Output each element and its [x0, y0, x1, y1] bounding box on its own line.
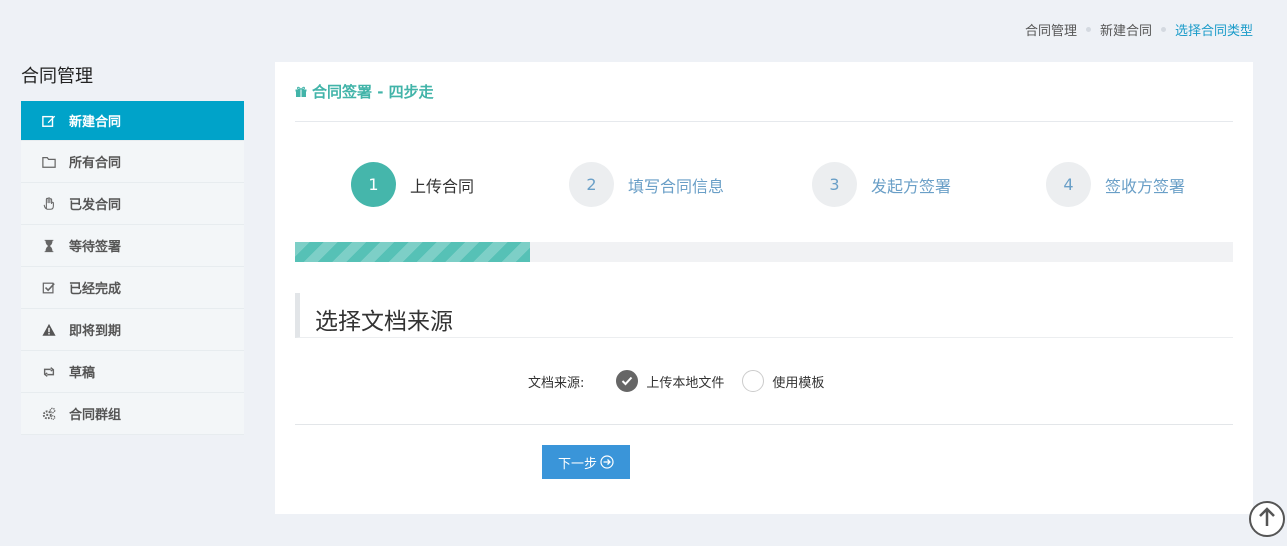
step-upload-contract[interactable]: 1 上传合同 — [351, 162, 474, 207]
radio-label: 使用模板 — [772, 375, 825, 391]
breadcrumb-separator — [1085, 27, 1091, 32]
folder-icon — [41, 154, 57, 170]
progress-bar-fill — [295, 242, 530, 262]
main-panel: 合同签署 - 四步走 1 上传合同 2 填写合同信息 3 发起方签署 4 签收方… — [275, 62, 1253, 514]
sidebar-item-expiring-soon[interactable]: 即将到期 — [21, 309, 244, 351]
breadcrumb-item-contract-management[interactable]: 合同管理 — [1025, 20, 1077, 39]
step-label: 上传合同 — [410, 176, 475, 196]
next-step-label: 下一步 — [557, 456, 597, 472]
radio-unchecked-icon — [742, 370, 765, 392]
sidebar-item-contract-groups[interactable]: 合同群组 — [21, 393, 244, 435]
breadcrumb-separator — [1160, 27, 1166, 32]
scroll-to-top-button[interactable] — [1249, 501, 1285, 537]
step-wizard: 1 上传合同 2 填写合同信息 3 发起方签署 4 签收方签署 — [275, 162, 1253, 207]
step-number: 2 — [569, 162, 614, 207]
next-step-button[interactable]: 下一步 — [542, 445, 630, 479]
breadcrumb-item-current: 选择合同类型 — [1174, 24, 1253, 39]
divider — [295, 424, 1233, 425]
sidebar-item-label: 所有合同 — [69, 156, 122, 171]
progress-bar — [295, 242, 1233, 262]
gift-icon — [295, 86, 307, 98]
sidebar-item-label: 新建合同 — [69, 115, 122, 130]
sidebar-item-label: 草稿 — [69, 366, 96, 381]
step-number: 4 — [1046, 162, 1091, 207]
radio-upload-local-file[interactable]: 上传本地文件 — [616, 370, 724, 392]
panel-header: 合同签署 - 四步走 — [295, 62, 1233, 122]
sidebar-item-label: 合同群组 — [69, 408, 122, 423]
radio-checked-icon — [616, 370, 639, 392]
sidebar-item-all-contracts[interactable]: 所有合同 — [21, 141, 244, 183]
cogs-icon — [41, 406, 57, 422]
radio-use-template[interactable]: 使用模板 — [742, 370, 824, 392]
sidebar-title: 合同管理 — [21, 66, 93, 87]
sidebar-item-label: 已发合同 — [69, 198, 122, 213]
sidebar-item-label: 即将到期 — [69, 324, 122, 339]
step-number: 1 — [351, 162, 396, 207]
edit-icon — [41, 113, 57, 129]
hand-icon — [41, 196, 57, 212]
section-title: 选择文档来源 — [295, 293, 1233, 338]
retweet-icon — [41, 364, 57, 380]
step-fill-contract-info[interactable]: 2 填写合同信息 — [569, 162, 724, 207]
document-source-label: 文档来源: — [528, 375, 585, 391]
step-label: 发起方签署 — [871, 176, 952, 196]
document-source-field: 文档来源: 上传本地文件 使用模板 — [528, 370, 830, 392]
sidebar-item-awaiting-signature[interactable]: 等待签署 — [21, 225, 244, 267]
step-number: 3 — [812, 162, 857, 207]
arrow-circle-right-icon — [600, 455, 614, 469]
panel-title: 合同签署 - 四步走 — [312, 83, 434, 101]
sidebar-item-label: 已经完成 — [69, 282, 122, 297]
check-square-icon — [41, 280, 57, 296]
step-label: 填写合同信息 — [628, 176, 725, 196]
sidebar-item-new-contract[interactable]: 新建合同 — [21, 101, 244, 141]
sidebar: 新建合同 所有合同 已发合同 等待签署 已经完成 即将到期 草稿 合同群组 — [21, 101, 244, 435]
breadcrumb: 合同管理 新建合同 选择合同类型 — [1025, 20, 1253, 39]
sidebar-item-label: 等待签署 — [69, 240, 122, 255]
radio-label: 上传本地文件 — [646, 375, 725, 391]
step-initiator-sign[interactable]: 3 发起方签署 — [812, 162, 951, 207]
step-label: 签收方签署 — [1105, 176, 1186, 196]
sidebar-item-completed[interactable]: 已经完成 — [21, 267, 244, 309]
arrow-up-icon — [1257, 506, 1277, 532]
sidebar-item-sent-contracts[interactable]: 已发合同 — [21, 183, 244, 225]
step-recipient-sign[interactable]: 4 签收方签署 — [1046, 162, 1185, 207]
sidebar-item-drafts[interactable]: 草稿 — [21, 351, 244, 393]
hourglass-icon — [41, 238, 57, 254]
breadcrumb-item-new-contract[interactable]: 新建合同 — [1100, 20, 1152, 39]
warning-icon — [41, 322, 57, 338]
